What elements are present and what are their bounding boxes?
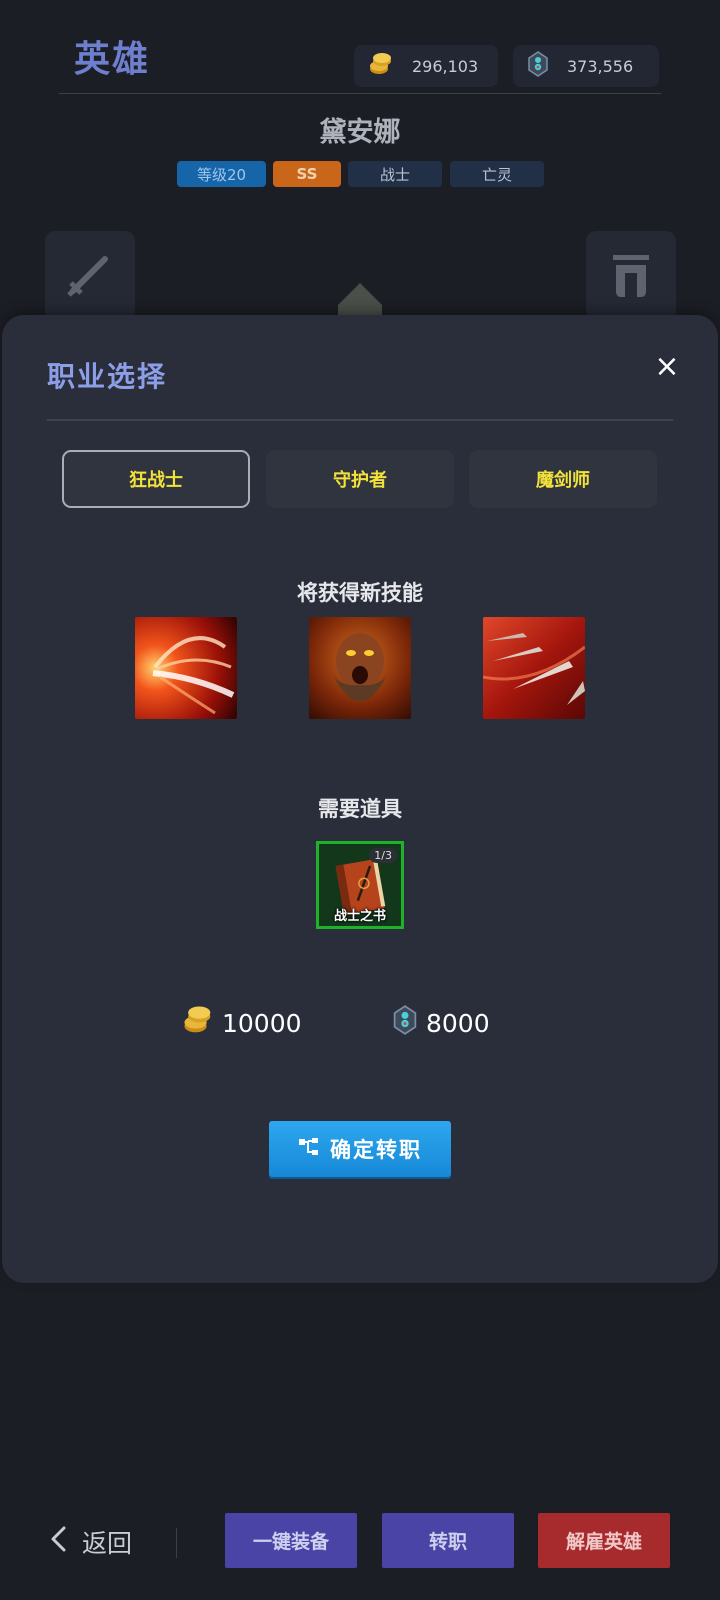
confirm-transfer-label: 确定转职 — [330, 1138, 422, 1162]
gold-coin-icon — [368, 52, 394, 80]
crystal-amount: 373,556 — [567, 56, 634, 76]
helmet-icon — [338, 283, 382, 317]
gold-cost-value: 10000 — [222, 1008, 302, 1038]
crystal-cost-value: 8000 — [426, 1008, 490, 1038]
dismiss-hero-button[interactable]: 解雇英雄 — [538, 1513, 670, 1568]
skill-roar-icon[interactable] — [309, 617, 411, 719]
sword-icon — [67, 256, 108, 297]
weapon-slot[interactable] — [45, 231, 135, 321]
class-transfer-button[interactable]: 转职 — [382, 1513, 514, 1568]
required-items-heading: 需要道具 — [318, 797, 402, 821]
item-name: 战士之书 — [333, 909, 386, 924]
armor-icon — [613, 255, 649, 297]
item-count: 1/3 — [369, 848, 397, 863]
grade-badge: SS — [273, 161, 341, 187]
chevron-left-icon — [50, 1526, 66, 1558]
tab-guardian[interactable]: 守护者 — [266, 450, 454, 508]
level-badge: 等级20 — [177, 161, 266, 187]
back-label: 返回 — [82, 1529, 133, 1558]
header-divider — [59, 93, 661, 94]
armor-slot[interactable] — [586, 231, 676, 321]
gold-amount: 296,103 — [412, 56, 479, 76]
crystal-icon — [527, 51, 549, 81]
tab-berserker[interactable]: 狂战士 — [62, 450, 250, 508]
new-skills-heading: 将获得新技能 — [297, 581, 423, 605]
gold-resource: 296,103 — [354, 45, 498, 87]
bottom-divider — [176, 1528, 177, 1558]
page-title: 英雄 — [74, 39, 151, 80]
gold-coin-icon — [182, 1004, 214, 1042]
hero-name: 黛安娜 — [319, 117, 401, 148]
crystal-icon — [392, 1005, 418, 1041]
gold-cost: 10000 — [182, 1003, 302, 1043]
close-icon[interactable]: × — [652, 352, 682, 382]
modal-title: 职业选择 — [47, 360, 168, 393]
class-badge: 战士 — [348, 161, 442, 187]
crystal-resource: 373,556 — [513, 45, 659, 87]
class-tree-icon — [298, 1137, 320, 1162]
skill-blades-icon[interactable] — [483, 617, 585, 719]
crystal-cost: 8000 — [392, 1003, 490, 1043]
race-badge: 亡灵 — [450, 161, 544, 187]
skill-slash-icon[interactable] — [135, 617, 237, 719]
equip-all-button[interactable]: 一键装备 — [225, 1513, 357, 1568]
confirm-transfer-button[interactable]: 确定转职 — [269, 1121, 451, 1177]
back-button[interactable]: 返回 — [50, 1517, 132, 1567]
tab-swordmage[interactable]: 魔剑师 — [469, 450, 657, 508]
required-item-warrior-book[interactable]: 1/3 战士之书 — [316, 841, 404, 929]
modal-divider — [47, 419, 673, 421]
